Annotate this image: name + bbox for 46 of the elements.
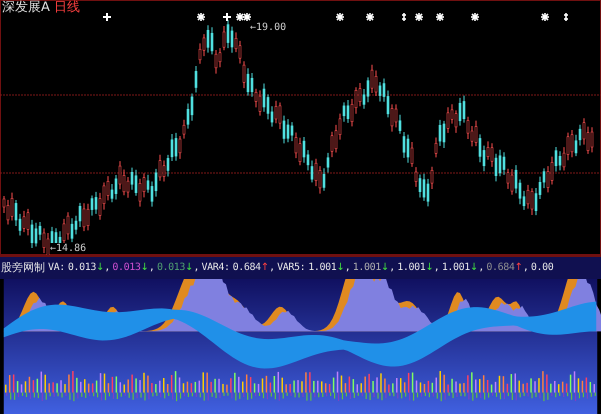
indicator-value: 0.013 <box>156 262 186 274</box>
trend-arrow: ↓ <box>470 262 478 274</box>
separator-comma: , <box>344 262 351 274</box>
separator-comma: , <box>193 262 200 274</box>
star-marker-icon <box>415 13 423 21</box>
indicator-value: 0.684 <box>232 262 261 274</box>
trend-arrow: ↑ <box>260 262 270 274</box>
dagger-marker-icon <box>562 13 570 21</box>
separator-comma: , <box>389 262 396 274</box>
trend-arrow: ↓ <box>185 262 194 274</box>
star-marker-icon <box>436 13 444 21</box>
indicator-value: 1.001 <box>397 262 426 274</box>
indicator-value: 0.684 <box>486 262 514 274</box>
trend-arrow: ↓ <box>425 262 434 274</box>
indicator-label: VAR4: <box>201 262 230 274</box>
trend-arrow: ↓ <box>380 262 390 274</box>
high-price-label: ←19.00 <box>250 22 286 33</box>
trend-arrow: ↑ <box>514 262 523 274</box>
indicator-value: 0.00 <box>530 262 554 274</box>
stock-name: 深发展A <box>2 0 50 16</box>
star-marker-icon <box>366 13 374 21</box>
separator-comma: , <box>148 262 155 274</box>
star-marker-icon <box>541 13 549 21</box>
star-marker-icon <box>471 13 479 21</box>
indicator-value: 1.001 <box>308 262 336 274</box>
indicator-title: 股旁网制 <box>1 260 45 276</box>
indicator-value: 1.001 <box>442 262 470 274</box>
indicator-label: VA: <box>48 262 65 274</box>
trend-arrow: ↓ <box>336 262 345 274</box>
separator-comma: , <box>269 262 276 274</box>
star-marker-icon <box>197 13 205 21</box>
star-marker-icon <box>336 13 344 21</box>
indicator-value: 0.013 <box>112 262 141 274</box>
indicator-value: 0.013 <box>68 262 96 274</box>
dagger-marker-icon <box>400 13 408 21</box>
indicator-value: 1.001 <box>352 262 381 274</box>
trend-arrow: ↓ <box>140 262 149 274</box>
indicator-label: VAR5: <box>277 262 306 274</box>
separator-comma: , <box>104 262 110 274</box>
separator-comma: , <box>434 262 440 274</box>
separator-comma: , <box>478 262 484 274</box>
period-label: 日线 <box>54 0 80 16</box>
trend-arrow: ↓ <box>96 262 104 274</box>
separator-comma: , <box>522 262 529 274</box>
plus-marker-icon <box>223 13 231 21</box>
plus-marker-icon <box>103 13 111 21</box>
